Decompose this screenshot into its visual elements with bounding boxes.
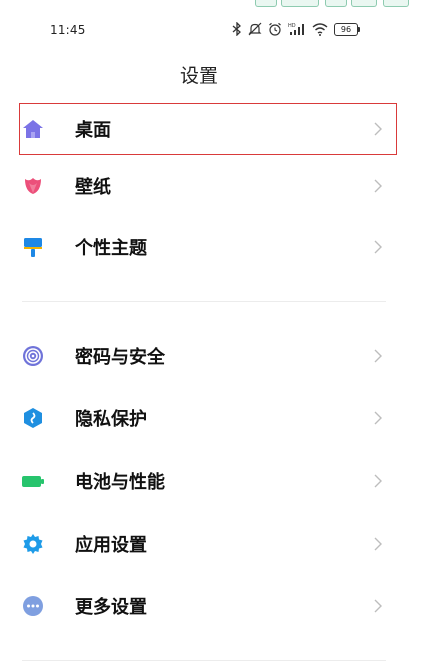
settings-item-label: 隐私保护 bbox=[75, 409, 147, 430]
chevron-right-icon bbox=[373, 536, 383, 552]
chevron-right-icon bbox=[373, 121, 383, 137]
settings-item-wallpaper[interactable]: 壁纸 bbox=[0, 161, 421, 211]
section-divider bbox=[22, 660, 386, 661]
settings-item-label: 更多设置 bbox=[75, 597, 147, 618]
battery-indicator: 96 bbox=[334, 22, 360, 36]
page-title: 设置 bbox=[179, 65, 218, 87]
settings-item-label: 应用设置 bbox=[75, 535, 147, 556]
settings-item-password-security[interactable]: 密码与安全 bbox=[0, 331, 421, 381]
battery-icon bbox=[22, 470, 44, 492]
settings-item-theme[interactable]: 个性主题 bbox=[0, 222, 421, 272]
chevron-right-icon bbox=[373, 239, 383, 255]
shield-icon bbox=[22, 407, 44, 429]
chevron-right-icon bbox=[373, 410, 383, 426]
chevron-right-icon bbox=[373, 178, 383, 194]
settings-item-label: 壁纸 bbox=[75, 177, 111, 198]
more-icon bbox=[22, 595, 44, 617]
settings-item-label: 电池与性能 bbox=[75, 472, 165, 493]
settings-item-label: 密码与安全 bbox=[75, 347, 165, 368]
status-bar: 11:45 HD 96 bbox=[0, 0, 421, 64]
home-icon bbox=[22, 118, 44, 140]
mute-bell-icon bbox=[248, 22, 262, 36]
gear-icon bbox=[22, 533, 44, 555]
alarm-icon bbox=[268, 22, 282, 36]
fingerprint-icon bbox=[22, 345, 44, 367]
chevron-right-icon bbox=[373, 473, 383, 489]
status-time: 11:45 bbox=[50, 23, 86, 37]
section-divider bbox=[22, 301, 386, 302]
settings-item-desktop[interactable]: 桌面 bbox=[0, 104, 421, 154]
paintbrush-icon bbox=[22, 236, 44, 258]
bluetooth-icon bbox=[232, 22, 242, 36]
settings-item-battery-performance[interactable]: 电池与性能 bbox=[0, 456, 421, 506]
settings-item-label: 个性主题 bbox=[75, 238, 147, 259]
chevron-right-icon bbox=[373, 598, 383, 614]
settings-item-app-settings[interactable]: 应用设置 bbox=[0, 519, 421, 569]
status-icons: HD 96 bbox=[232, 21, 360, 37]
tulip-icon bbox=[22, 175, 44, 197]
wifi-icon bbox=[312, 22, 328, 36]
svg-text:HD: HD bbox=[288, 23, 296, 29]
settings-item-more-settings[interactable]: 更多设置 bbox=[0, 581, 421, 631]
signal-icon: HD bbox=[288, 22, 306, 36]
chevron-right-icon bbox=[373, 348, 383, 364]
settings-item-privacy[interactable]: 隐私保护 bbox=[0, 393, 421, 443]
settings-item-label: 桌面 bbox=[75, 120, 111, 141]
